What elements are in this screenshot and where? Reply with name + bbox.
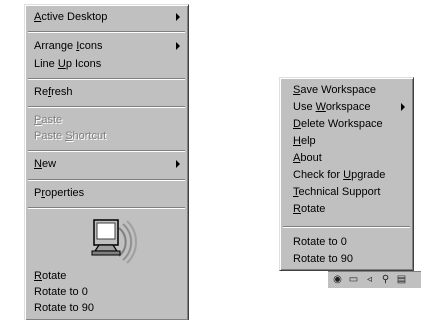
menu-item-check-for-upgrade[interactable]: Check for Upgrade [280, 166, 413, 184]
submenu-arrow-icon [176, 13, 180, 21]
tray-icon-3[interactable]: ◃ [364, 274, 375, 285]
menu-item-label: Properties [34, 187, 85, 199]
menu-item-help[interactable]: Help [280, 132, 413, 150]
tray-icon-4[interactable]: ⚲ [380, 274, 391, 285]
menu-item-refresh[interactable]: Refresh [25, 83, 188, 101]
menu-item-label: Line Up Icons [34, 58, 102, 70]
menu-item-label: About [293, 152, 322, 164]
submenu-arrow-icon [176, 42, 180, 50]
system-tray: ◉ ▭ ◃ ⚲ ▤ [328, 271, 421, 288]
tray-icon-2[interactable]: ▭ [348, 274, 359, 285]
submenu-arrow-icon [176, 160, 180, 168]
menu-item-label: Rotate to 0 [293, 236, 347, 248]
tray-icon-5[interactable]: ▤ [396, 274, 407, 285]
menu-item-label: Use Workspace [293, 101, 371, 113]
menu-item-rotate-to-0[interactable]: Rotate to 0 [280, 233, 413, 251]
menu-item-label: Arrange Icons [34, 40, 103, 52]
desktop-context-menu: Active Desktop Arrange Icons Line Up Ico… [24, 4, 189, 320]
tray-icon-1[interactable]: ◉ [332, 274, 343, 285]
menu-item-label: Rotate [293, 203, 326, 215]
menu-item-label: Rotate to 90 [293, 253, 353, 265]
menu-item-label: Active Desktop [34, 11, 108, 23]
menu-item-technical-support[interactable]: Technical Support [280, 183, 413, 201]
menu-item-label: Paste Shortcut [34, 130, 107, 142]
menu-item-line-up-icons[interactable]: Line Up Icons [25, 55, 188, 73]
menu-item-rotate-to-90[interactable]: Rotate to 90 [280, 250, 413, 268]
menu-item-label: Rotate to 90 [34, 302, 94, 314]
menu-item-delete-workspace[interactable]: Delete Workspace [280, 115, 413, 133]
menu-item-properties[interactable]: Properties [25, 184, 188, 202]
menu-separator [28, 106, 185, 108]
menu-item-rotate[interactable]: Rotate [280, 200, 413, 218]
menu-item-use-workspace[interactable]: Use Workspace [280, 98, 413, 116]
menu-item-label: New [34, 158, 57, 170]
menu-item-label: Refresh [34, 86, 73, 98]
menu-item-rotate-to-90[interactable]: Rotate to 90 [25, 299, 188, 317]
menu-item-active-desktop[interactable]: Active Desktop [25, 8, 188, 26]
menu-item-label: Save Workspace [293, 84, 376, 96]
tray-context-menu: Save Workspace Use Workspace Delete Work… [279, 77, 414, 271]
menu-item-label: Technical Support [293, 186, 381, 198]
menu-item-label: Help [293, 135, 316, 147]
menu-item-label: Check for Upgrade [293, 169, 386, 181]
display-settings-icon [91, 219, 137, 264]
menu-item-paste-shortcut: Paste Shortcut [25, 127, 188, 145]
menu-item-about[interactable]: About [280, 149, 413, 167]
menu-separator [283, 226, 410, 228]
menu-item-save-workspace[interactable]: Save Workspace [280, 81, 413, 99]
menu-item-arrange-icons[interactable]: Arrange Icons [25, 37, 188, 55]
submenu-arrow-icon [401, 103, 405, 111]
menu-separator [28, 179, 185, 181]
menu-separator [28, 31, 185, 33]
menu-separator [28, 150, 185, 152]
menu-item-new[interactable]: New [25, 155, 188, 173]
menu-separator [28, 207, 185, 209]
menu-item-label: Delete Workspace [293, 118, 383, 130]
menu-separator [28, 78, 185, 80]
